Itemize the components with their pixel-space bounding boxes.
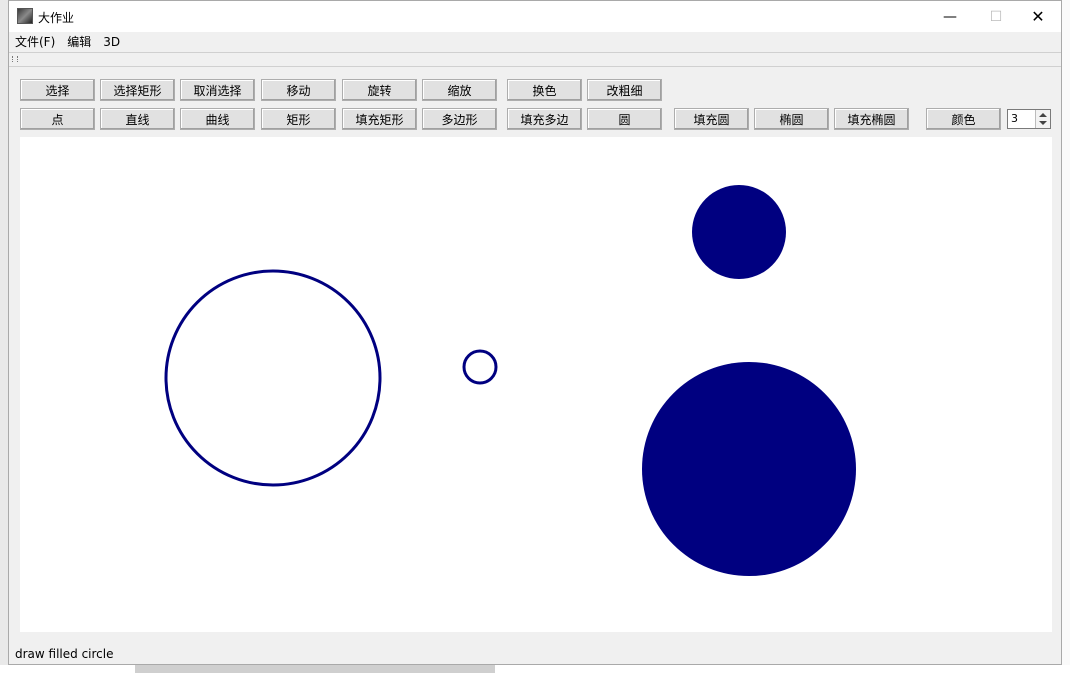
line-button[interactable]: 直线 bbox=[100, 108, 175, 130]
minimize-button[interactable]: — bbox=[927, 1, 973, 32]
select-rect-button[interactable]: 选择矩形 bbox=[100, 79, 175, 101]
move-button[interactable]: 移动 bbox=[261, 79, 336, 101]
circle-button[interactable]: 圆 bbox=[587, 108, 662, 130]
change-width-button[interactable]: 改粗细 bbox=[587, 79, 662, 101]
select-button[interactable]: 选择 bbox=[20, 79, 95, 101]
outline-circle-small[interactable] bbox=[462, 349, 498, 385]
menu-3d[interactable]: 3D bbox=[97, 32, 126, 52]
point-button[interactable]: 点 bbox=[20, 108, 95, 130]
filled-rectangle-button[interactable]: 填充矩形 bbox=[342, 108, 417, 130]
window-title: 大作业 bbox=[38, 11, 75, 25]
scale-button[interactable]: 缩放 bbox=[422, 79, 497, 101]
line-width-spinner[interactable]: 3 bbox=[1007, 109, 1051, 129]
spinner-up-icon[interactable] bbox=[1039, 113, 1047, 117]
status-bar-text: draw filled circle bbox=[15, 647, 114, 661]
menu-bar: 文件(F) 编辑 3D bbox=[9, 32, 1061, 52]
background-window-strip-right bbox=[1062, 0, 1070, 673]
toolbar-rebar bbox=[9, 52, 1061, 67]
change-color-button[interactable]: 换色 bbox=[507, 79, 582, 101]
filled-ellipse-button[interactable]: 填充椭圆 bbox=[834, 108, 909, 130]
background-taskbar-fragment bbox=[135, 665, 495, 673]
ellipse-button[interactable]: 椭圆 bbox=[754, 108, 829, 130]
filled-circle-small[interactable] bbox=[692, 185, 786, 279]
app-window: 大作业 — ☐ ✕ 文件(F) 编辑 3D 选择 选择矩形 取消选择 移动 旋转… bbox=[8, 0, 1062, 665]
title-bar: 大作业 — ☐ ✕ bbox=[9, 1, 1061, 32]
app-icon bbox=[17, 8, 33, 24]
filled-circle-large[interactable] bbox=[642, 362, 856, 576]
curve-button[interactable]: 曲线 bbox=[180, 108, 255, 130]
maximize-button[interactable]: ☐ bbox=[973, 1, 1019, 32]
drawing-canvas[interactable] bbox=[20, 137, 1052, 632]
spinner-arrows[interactable] bbox=[1035, 110, 1050, 128]
rectangle-button[interactable]: 矩形 bbox=[261, 108, 336, 130]
menu-file[interactable]: 文件(F) bbox=[9, 32, 61, 52]
deselect-button[interactable]: 取消选择 bbox=[180, 79, 255, 101]
filled-polygon-button[interactable]: 填充多边 bbox=[507, 108, 582, 130]
rebar-grip-icon[interactable] bbox=[12, 56, 18, 62]
spinner-down-icon[interactable] bbox=[1039, 121, 1047, 125]
rotate-button[interactable]: 旋转 bbox=[342, 79, 417, 101]
menu-edit[interactable]: 编辑 bbox=[61, 32, 97, 52]
filled-circle-button[interactable]: 填充圆 bbox=[674, 108, 749, 130]
color-button[interactable]: 颜色 bbox=[926, 108, 1001, 130]
outline-circle-large[interactable] bbox=[164, 269, 382, 487]
polygon-button[interactable]: 多边形 bbox=[422, 108, 497, 130]
canvas-svg[interactable] bbox=[20, 137, 1052, 632]
close-button[interactable]: ✕ bbox=[1015, 1, 1061, 32]
line-width-value[interactable]: 3 bbox=[1011, 112, 1018, 125]
